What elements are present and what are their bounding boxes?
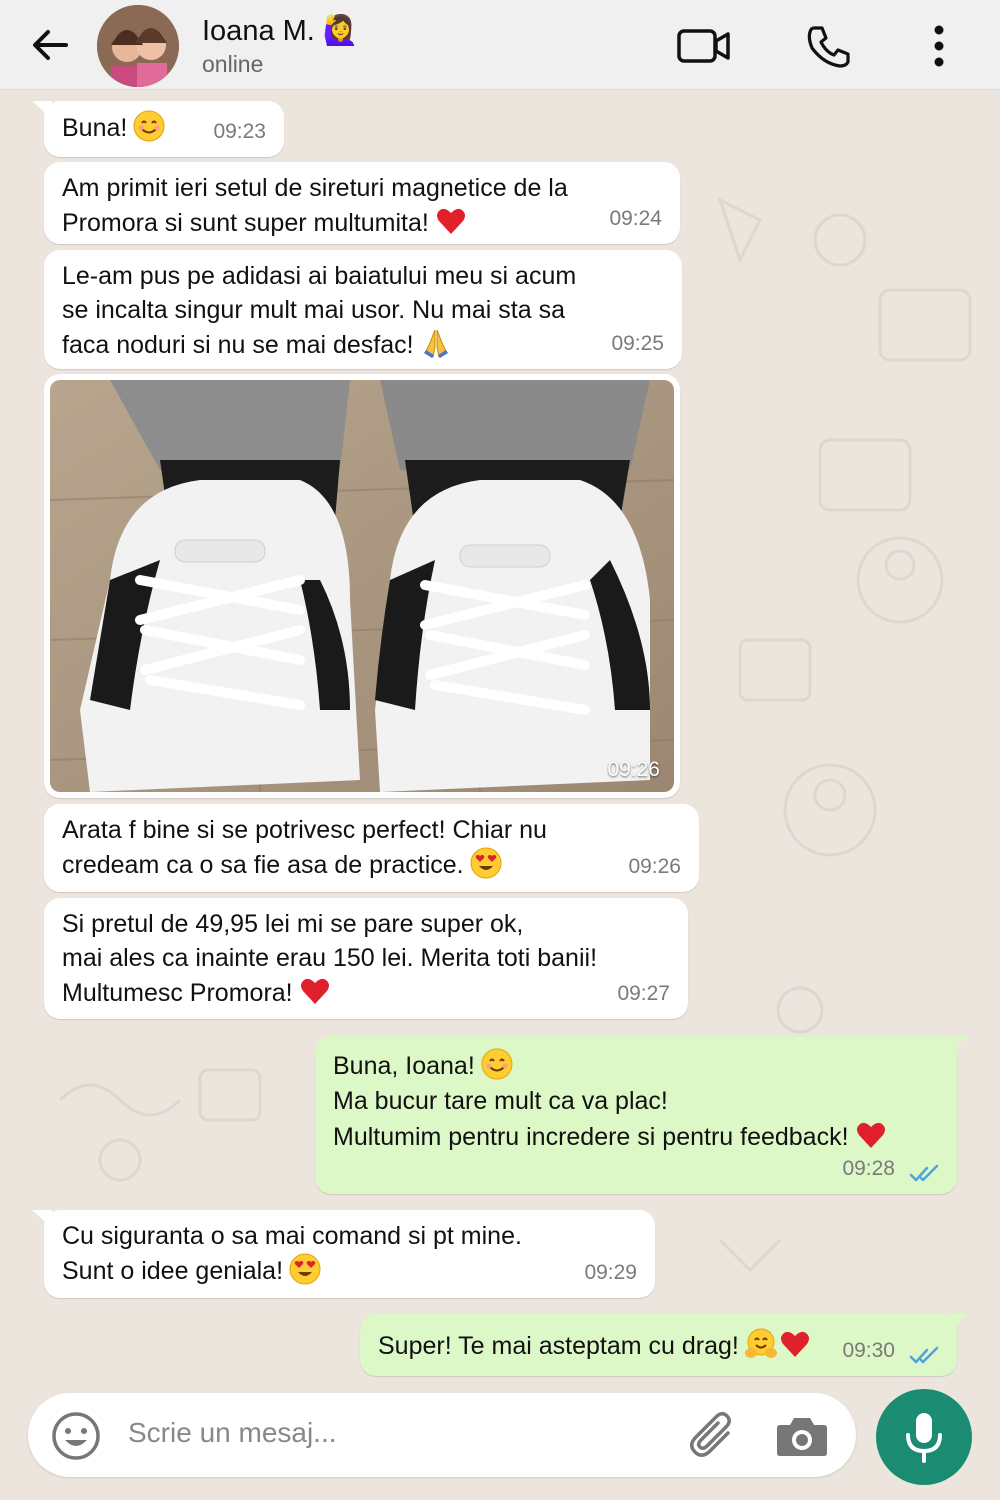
message-time: 09:28: [842, 1157, 895, 1180]
incoming-message[interactable]: Arata f bine si se potrivesc perfect! Ch…: [44, 804, 699, 892]
message-time: 09:27: [617, 982, 670, 1005]
message-line: Si pretul de 49,95 lei mi se pare super …: [62, 910, 524, 938]
message-time: 09:23: [213, 120, 266, 143]
outgoing-message[interactable]: Buna, Ioana! Ma bucur tare mult ca va pl…: [315, 1036, 969, 1194]
read-ticks-icon: [909, 1164, 939, 1182]
heart-eyes-emoji-icon: [470, 847, 502, 879]
message-text: Super! Te mai asteptam cu drag!: [378, 1332, 739, 1360]
message-line: Buna, Ioana!: [333, 1052, 475, 1080]
folded-hands-emoji-icon: [420, 327, 452, 359]
message-line: Arata f bine si se potrivesc perfect! Ch…: [62, 816, 547, 844]
incoming-message[interactable]: Si pretul de 49,95 lei mi se pare super …: [44, 898, 688, 1019]
message-line: credeam ca o sa fie asa de practice.: [62, 851, 464, 879]
attach-icon[interactable]: [688, 1411, 738, 1461]
outgoing-message[interactable]: Super! Te mai asteptam cu drag! 09:30: [360, 1314, 969, 1376]
message-text: Buna!: [62, 114, 128, 142]
avatar[interactable]: [97, 5, 179, 87]
image-message[interactable]: 09:26: [44, 374, 680, 798]
message-line: Ma bucur tare mult ca va plac!: [333, 1087, 668, 1115]
incoming-message[interactable]: Le-am pus pe adidasi ai baiatului meu si…: [44, 250, 682, 369]
message-line: Le-am pus pe adidasi ai baiatului meu si…: [62, 262, 577, 290]
message-composer: Scrie un mesaj...: [28, 1393, 856, 1477]
message-line: faca noduri si nu se mai desfac!: [62, 331, 414, 359]
red-heart-emoji-icon: [435, 205, 467, 237]
message-input[interactable]: Scrie un mesaj...: [128, 1417, 337, 1449]
incoming-message[interactable]: Cu siguranta o sa mai comand si pt mine.…: [32, 1210, 655, 1298]
incoming-message[interactable]: Buna! 09:23: [32, 101, 284, 157]
video-call-icon[interactable]: [676, 18, 732, 74]
message-time: 09:26: [628, 855, 681, 878]
message-line: mai ales ca inainte erau 150 lei. Merita…: [62, 944, 598, 972]
heart-eyes-emoji-icon: [289, 1253, 321, 1285]
message-time: 09:24: [609, 207, 662, 230]
bubble-tail: [32, 1210, 52, 1228]
sneakers-photo[interactable]: 09:26: [50, 380, 674, 792]
contact-status: online: [202, 51, 264, 77]
red-heart-emoji-icon: [299, 975, 331, 1007]
message-line: Cu siguranta o sa mai comand si pt mine.: [62, 1222, 522, 1250]
message-line: Sunt o idee geniala!: [62, 1257, 284, 1285]
bubble-tail: [32, 101, 52, 119]
message-time: 09:25: [611, 332, 664, 355]
message-line: Multumesc Promora!: [62, 979, 293, 1007]
incoming-message[interactable]: Am primit ieri setul de sireturi magneti…: [44, 162, 680, 244]
read-ticks-icon: [909, 1346, 939, 1364]
smiling-emoji-icon: [133, 110, 165, 142]
microphone-icon: [906, 1413, 942, 1463]
message-line: Am primit ieri setul de sireturi magneti…: [62, 174, 568, 202]
smiling-emoji-icon: [481, 1048, 513, 1080]
message-time: 09:26: [607, 758, 660, 781]
chat-header: Ioana M. 🙋‍♀️ online: [0, 0, 1000, 90]
message-line: se incalta singur mult mai usor. Nu mai …: [62, 296, 565, 324]
message-time: 09:30: [842, 1339, 895, 1362]
message-line: Multumim pentru incredere si pentru feed…: [333, 1123, 849, 1151]
red-heart-emoji-icon: [855, 1119, 887, 1151]
more-options-icon[interactable]: [911, 18, 967, 74]
camera-icon[interactable]: [774, 1411, 830, 1461]
message-time: 09:29: [584, 1261, 637, 1284]
bubble-tail: [949, 1314, 969, 1332]
microphone-button[interactable]: [876, 1389, 972, 1485]
hugging-face-emoji-icon: [744, 1328, 777, 1360]
phone-icon[interactable]: [800, 18, 856, 74]
red-heart-emoji-icon: [779, 1328, 811, 1360]
bubble-tail: [949, 1036, 969, 1054]
contact-name[interactable]: Ioana M. 🙋‍♀️: [202, 14, 359, 48]
back-arrow-icon[interactable]: [28, 22, 74, 68]
message-line: Promora si sunt super multumita!: [62, 209, 429, 237]
emoji-picker-icon[interactable]: [50, 1410, 102, 1462]
